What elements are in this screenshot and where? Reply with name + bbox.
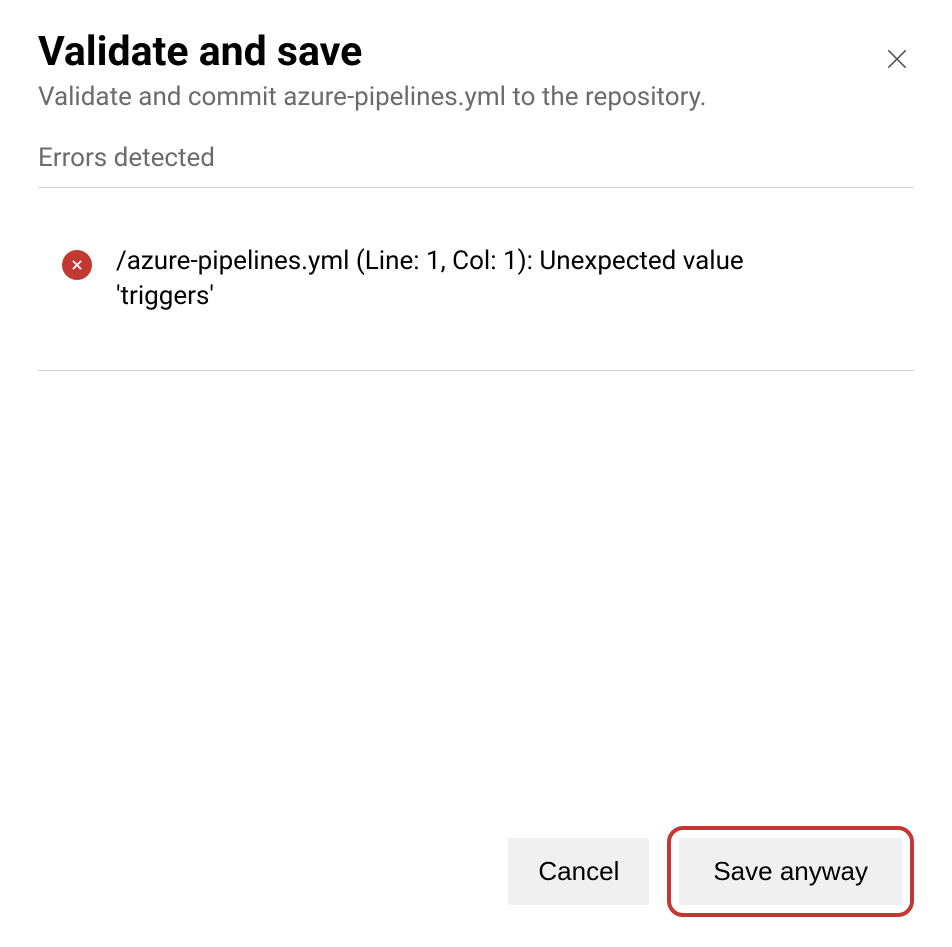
errors-section-header: Errors detected bbox=[38, 143, 914, 188]
error-icon bbox=[62, 250, 92, 280]
save-anyway-button[interactable]: Save anyway bbox=[679, 838, 902, 905]
dialog-title: Validate and save bbox=[38, 30, 876, 75]
cancel-button[interactable]: Cancel bbox=[508, 838, 649, 905]
save-anyway-highlight: Save anyway bbox=[667, 826, 914, 917]
header-text-block: Validate and save Validate and commit az… bbox=[38, 30, 876, 115]
close-icon bbox=[884, 57, 910, 76]
validate-save-dialog: Validate and save Validate and commit az… bbox=[0, 0, 952, 947]
close-button[interactable] bbox=[876, 38, 918, 84]
error-message: /azure-pipelines.yml (Line: 1, Col: 1): … bbox=[116, 244, 836, 314]
dialog-header: Validate and save Validate and commit az… bbox=[38, 30, 914, 115]
dialog-subtitle: Validate and commit azure-pipelines.yml … bbox=[38, 81, 876, 115]
dialog-footer: Cancel Save anyway bbox=[38, 826, 914, 917]
error-row: /azure-pipelines.yml (Line: 1, Col: 1): … bbox=[38, 188, 914, 371]
